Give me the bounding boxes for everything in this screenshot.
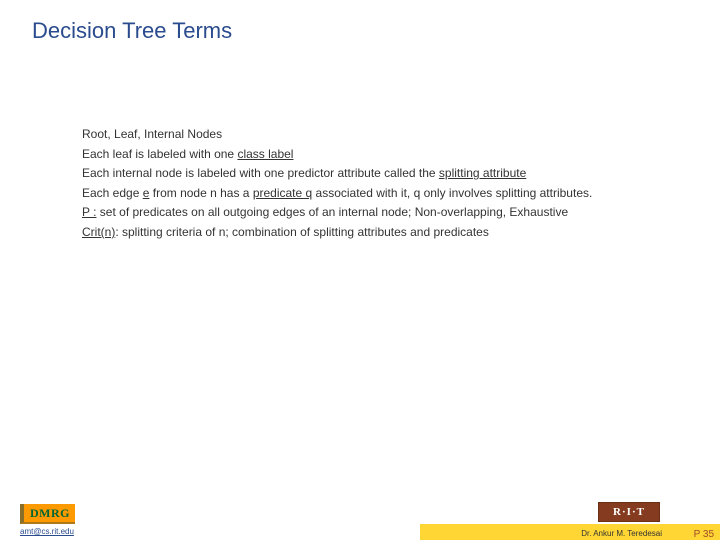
page-title: Decision Tree Terms bbox=[0, 0, 720, 44]
content-line: Each leaf is labeled with one class labe… bbox=[82, 145, 680, 164]
content-body: Root, Leaf, Internal Nodes Each leaf is … bbox=[82, 125, 680, 243]
page-number: P 35 bbox=[694, 529, 714, 540]
content-line: Crit(n): splitting criteria of n; combin… bbox=[82, 223, 680, 242]
content-line: Each internal node is labeled with one p… bbox=[82, 164, 680, 183]
content-line: P : set of predicates on all outgoing ed… bbox=[82, 203, 680, 222]
author-name: Dr. Ankur M. Teredesai bbox=[581, 529, 662, 538]
footer: DMRG amt@cs.rit.edu R·I·T Dr. Ankur M. T… bbox=[0, 502, 720, 540]
dmrg-badge: DMRG bbox=[20, 504, 75, 524]
content-line: Each edge e from node n has a predicate … bbox=[82, 184, 680, 203]
rit-logo: R·I·T bbox=[598, 502, 660, 522]
yellow-divider-bar bbox=[420, 524, 720, 540]
email-link[interactable]: amt@cs.rit.edu bbox=[20, 527, 74, 536]
content-line: Root, Leaf, Internal Nodes bbox=[82, 125, 680, 144]
